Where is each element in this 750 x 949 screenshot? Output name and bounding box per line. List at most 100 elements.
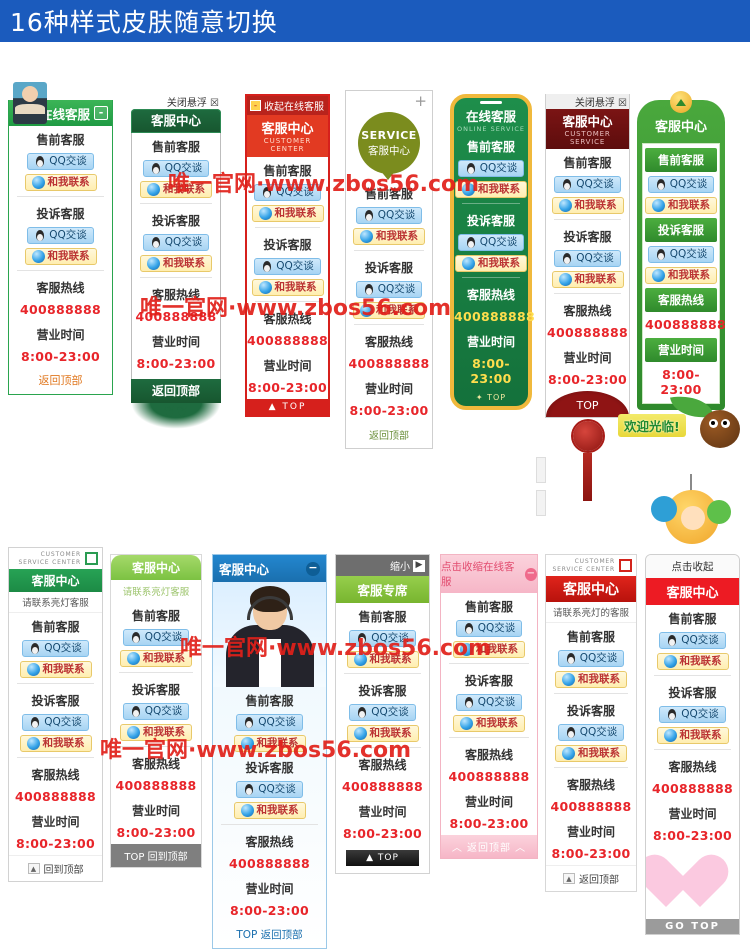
- contact-me-button[interactable]: 和我联系: [19, 735, 92, 752]
- widget-online-service-green[interactable]: 在线客服 - 售前客服 QQ交谈 和我联系 投诉客服 QQ交谈 和我联系 客服热…: [8, 82, 113, 395]
- qq-talk-button[interactable]: QQ交谈: [659, 706, 726, 723]
- contact-me-button[interactable]: 和我联系: [555, 745, 627, 762]
- contact-me-button[interactable]: 和我联系: [24, 248, 97, 265]
- knot-ball-icon: [572, 421, 603, 451]
- back-to-top-link[interactable]: ︿ 返回顶部 ︿: [441, 835, 537, 858]
- widget-service-center-rounded-green[interactable]: 客服中心 售前客服 QQ交谈 和我联系 投诉客服 QQ交谈 和我联系 客服热线 …: [637, 91, 726, 410]
- contact-me-button[interactable]: 和我联系: [656, 727, 729, 744]
- minimize-icon[interactable]: [480, 101, 502, 104]
- minimize-icon[interactable]: −: [524, 567, 537, 581]
- widget-customer-service-center-red[interactable]: CUSTOMER SERVICE CENTER 客服中心 请联系亮灯的客服 售前…: [545, 554, 637, 892]
- qq-penguin-icon: [243, 716, 255, 729]
- qq-talk-button[interactable]: QQ交谈: [457, 234, 525, 251]
- scrollbar-piece[interactable]: [536, 490, 546, 516]
- contact-me-button[interactable]: 和我联系: [656, 653, 729, 670]
- minimize-icon[interactable]: -: [250, 100, 261, 111]
- back-to-top-link[interactable]: ▲ TOP: [247, 399, 328, 415]
- qq-talk-button[interactable]: QQ交谈: [22, 640, 89, 657]
- contact-me-button[interactable]: 和我联系: [453, 715, 525, 732]
- qq-talk-button[interactable]: QQ交谈: [554, 250, 621, 267]
- back-to-top-link[interactable]: ▲ TOP: [346, 850, 419, 866]
- qq-talk-button[interactable]: QQ交谈: [27, 227, 94, 244]
- widget-customer-service-center-white[interactable]: CUSTOMER SERVICE CENTER 客服中心 请联系亮灯客服 售前客…: [8, 547, 103, 882]
- contact-me-button[interactable]: 和我联系: [645, 197, 717, 214]
- back-to-top-link[interactable]: 返回顶部: [9, 368, 112, 394]
- presale-label: 售前客服: [645, 148, 717, 172]
- widget-service-badge[interactable]: + SERVICE 客服中心 售前客服 QQ交谈 和我联系 投诉客服 QQ交谈 …: [345, 90, 433, 449]
- qq-talk-button[interactable]: QQ交谈: [647, 176, 715, 193]
- widget-online-service-pink[interactable]: 点击收缩在线客服 − 售前客服 QQ交谈 和我联系 投诉客服 QQ交谈 和我联系…: [440, 554, 538, 859]
- hotline-label: 客服热线: [31, 768, 80, 782]
- widget3-subtitle: CUSTOMER CENTER: [263, 137, 312, 153]
- widget-online-service-gold[interactable]: 在线客服 ONLINE SERVICE 售前客服 QQ交谈 和我联系 投诉客服 …: [450, 94, 535, 410]
- complaint-contact-row: 和我联系: [546, 743, 636, 764]
- contact-me-button[interactable]: 和我联系: [645, 267, 717, 284]
- back-to-top-link[interactable]: ▲ 返回顶部: [546, 865, 636, 891]
- scrollbar-piece[interactable]: [536, 457, 546, 483]
- contact-me-button[interactable]: 和我联系: [19, 661, 92, 678]
- back-to-top-link[interactable]: ▲ 回到顶部: [9, 855, 102, 881]
- contact-me-button[interactable]: 和我联系: [551, 271, 624, 288]
- qq-talk-button[interactable]: QQ交谈: [455, 694, 523, 711]
- contact-me-button[interactable]: 和我联系: [353, 228, 425, 245]
- close-icon[interactable]: ☒: [210, 98, 219, 109]
- qq-talk-button[interactable]: QQ交谈: [236, 781, 303, 798]
- qq-penguin-icon: [666, 708, 678, 721]
- widget6-title: 客服中心: [562, 114, 613, 129]
- complaint-qq-row: QQ交谈: [645, 244, 717, 265]
- qq-talk-button[interactable]: QQ交谈: [22, 714, 89, 731]
- back-to-top-link[interactable]: TOP 返回顶部: [213, 922, 326, 948]
- go-top-link[interactable]: GO TOP: [646, 919, 739, 934]
- minimize-icon[interactable]: -: [94, 106, 108, 120]
- collapse-up-icon[interactable]: [670, 91, 692, 113]
- contact-me-button[interactable]: 和我联系: [233, 802, 306, 819]
- qq-talk-button[interactable]: QQ交谈: [659, 632, 726, 649]
- contact-me-button[interactable]: 和我联系: [551, 197, 624, 214]
- qq-talk-button[interactable]: QQ交谈: [349, 704, 416, 721]
- qq-talk-button[interactable]: QQ交谈: [236, 714, 303, 731]
- expand-icon[interactable]: [85, 552, 98, 565]
- divider: [462, 203, 520, 204]
- contact-me-button[interactable]: 和我联系: [455, 255, 527, 272]
- widget10-title: 客服中心: [219, 562, 270, 577]
- widget-service-center-brightred[interactable]: 点击收起 客服中心 售前客服 QQ交谈 和我联系 投诉客服 QQ交谈 和我联系 …: [645, 554, 740, 935]
- expand-icon[interactable]: +: [346, 91, 432, 110]
- widget-service-seat-grey[interactable]: 缩小 ▶ 客服专席 售前客服 QQ交谈 和我联系 投诉客服 QQ交谈 和我联系 …: [335, 554, 430, 874]
- widget13-subtitle: 请联系亮灯的客服: [546, 602, 636, 623]
- back-to-top-link[interactable]: 返回顶部: [131, 379, 221, 403]
- expand-icon[interactable]: [619, 559, 632, 572]
- qq-talk-button[interactable]: QQ交谈: [142, 234, 210, 251]
- qq-talk-button[interactable]: QQ交谈: [557, 724, 625, 741]
- contact-me-button[interactable]: 和我联系: [140, 255, 212, 272]
- collapse-bar[interactable]: 点击收缩在线客服 −: [441, 555, 537, 593]
- watermark: 唯一官网·www.zbos56.com: [168, 172, 480, 197]
- contact-me-button[interactable]: 和我联系: [251, 205, 324, 222]
- back-to-top-link[interactable]: TOP: [546, 391, 629, 417]
- widget-service-center-darkred[interactable]: 关闭悬浮 ☒ 客服中心 CUSTOMER SERVICE 售前客服 QQ交谈 和…: [545, 94, 630, 501]
- widget-service-center-darkgreen[interactable]: 关闭悬浮 ☒ 客服中心 售前客服 QQ交谈 和我联系 投诉客服 QQ交谈 和我联…: [131, 94, 221, 429]
- collapse-bar[interactable]: - 收起在线客服: [247, 96, 328, 115]
- contact-me-button[interactable]: 和我联系: [555, 671, 627, 688]
- qq-talk-button[interactable]: QQ交谈: [254, 258, 321, 275]
- contact-me-button[interactable]: 和我联系: [24, 174, 97, 191]
- back-to-top-link[interactable]: ✦ TOP: [454, 390, 528, 404]
- qq-talk-button[interactable]: QQ交谈: [554, 176, 621, 193]
- shrink-bar[interactable]: 缩小 ▶: [336, 555, 429, 576]
- widget8-title: 客服中心: [9, 569, 102, 592]
- widget-service-center-red[interactable]: - 收起在线客服 客服中心 CUSTOMER CENTER 售前客服 QQ交谈 …: [245, 94, 330, 417]
- back-to-top-link[interactable]: TOP 回到顶部: [111, 844, 201, 867]
- qq-talk-button[interactable]: QQ交谈: [647, 246, 715, 263]
- back-to-top-link[interactable]: 返回顶部: [346, 422, 432, 448]
- qq-talk-button[interactable]: QQ交谈: [122, 703, 190, 720]
- shrink-icon[interactable]: ▶: [413, 559, 425, 572]
- close-float-bar[interactable]: 关闭悬浮 ☒: [131, 94, 221, 109]
- widgets-stage: 在线客服 - 售前客服 QQ交谈 和我联系 投诉客服 QQ交谈 和我联系 客服热…: [0, 42, 750, 949]
- qq-talk-button[interactable]: QQ交谈: [27, 153, 94, 170]
- collapse-label[interactable]: 点击收起: [646, 555, 739, 578]
- qq-talk-button[interactable]: QQ交谈: [557, 650, 625, 667]
- close-icon[interactable]: ☒: [618, 98, 627, 109]
- minimize-icon[interactable]: −: [306, 561, 320, 576]
- close-float-bar[interactable]: 关闭悬浮 ☒: [546, 94, 629, 109]
- widget-service-center-lightgreen[interactable]: 客服中心 请联系亮灯客服 售前客服 QQ交谈 和我联系 投诉客服 QQ交谈 和我…: [110, 554, 202, 868]
- qq-talk-button[interactable]: QQ交谈: [355, 207, 423, 224]
